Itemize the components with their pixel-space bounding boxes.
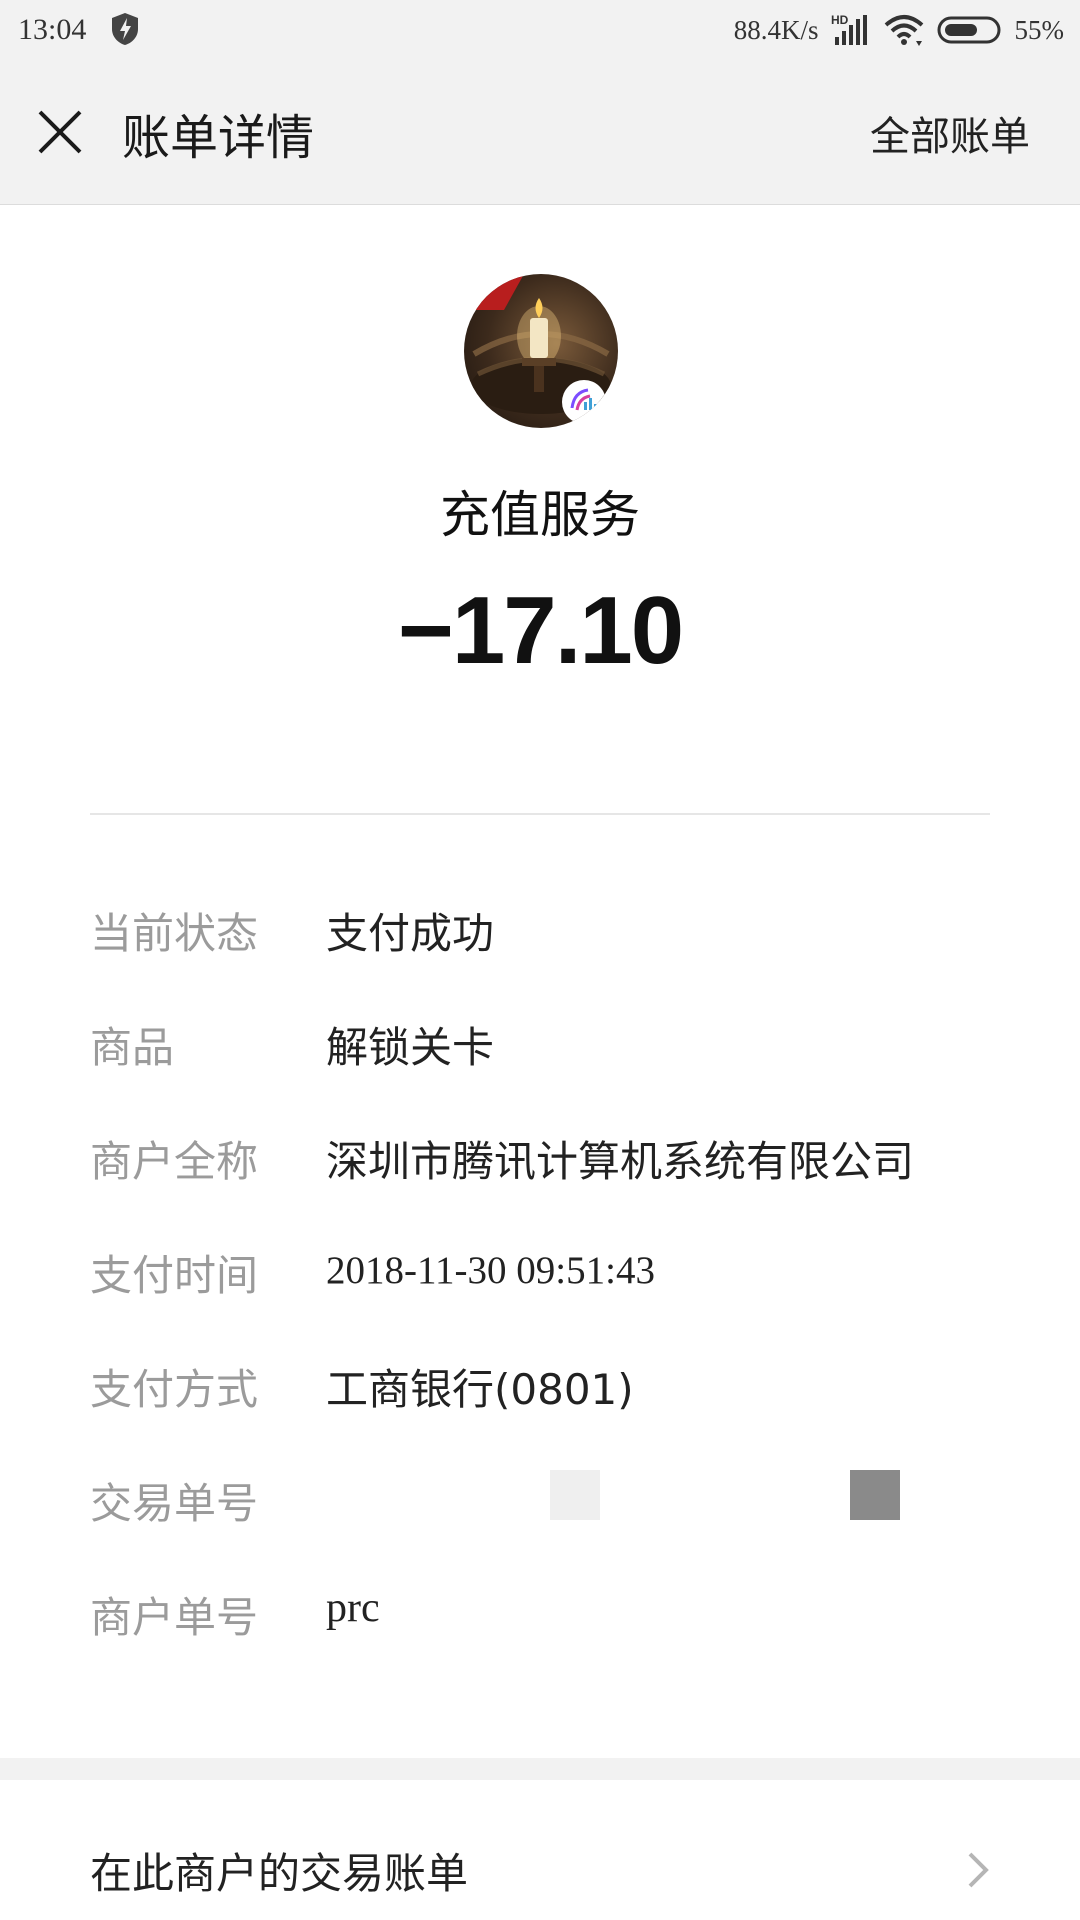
merchant-avatar — [464, 274, 618, 428]
candle-game-icon — [464, 274, 611, 424]
chevron-right-icon — [968, 1852, 989, 1888]
network-speed: 88.4K/s — [733, 14, 819, 45]
detail-row-payment-method: 支付方式 工商银行(0801) — [90, 1356, 990, 1416]
detail-label: 当前状态 — [90, 909, 259, 958]
status-time: 13:04 — [18, 13, 87, 46]
detail-row-product: 商品 解锁关卡 — [90, 1014, 990, 1074]
status-right-group: 88.4K/s HD 55% — [734, 10, 1064, 50]
shield-icon — [112, 13, 138, 45]
merchant-name: 充值服务 — [440, 486, 640, 544]
transaction-amount: −17.10 — [397, 577, 684, 684]
close-icon[interactable] — [36, 108, 84, 156]
detail-row-merchant-order-id: 商户单号 prc — [90, 1584, 990, 1644]
detail-value: 2018-11-30 09:51:43 — [326, 1249, 655, 1292]
detail-row-merchant-full-name: 商户全称 深圳市腾讯计算机系统有限公司 — [90, 1128, 990, 1188]
detail-value: 解锁关卡 — [326, 1023, 495, 1072]
detail-label: 支付方式 — [90, 1365, 259, 1414]
battery-icon — [937, 16, 1000, 44]
network-label: HD — [831, 13, 849, 27]
detail-value: prc — [326, 1585, 380, 1631]
detail-value: 深圳市腾讯计算机系统有限公司 — [326, 1137, 915, 1186]
detail-label: 支付时间 — [90, 1251, 259, 1300]
detail-value: 支付成功 — [326, 909, 495, 958]
detail-row-status: 当前状态 支付成功 — [90, 900, 990, 960]
detail-row-transaction-id: 交易单号 — [90, 1470, 990, 1530]
detail-row-payment-time: 支付时间 2018-11-30 09:51:43 — [90, 1242, 990, 1302]
detail-value: 工商银行(0801) — [326, 1365, 634, 1414]
nav-bar: 账单详情 全部账单 — [0, 62, 1080, 205]
divider — [90, 813, 990, 815]
battery-percent: 55% — [1014, 14, 1065, 45]
detail-label: 商户单号 — [90, 1593, 259, 1642]
section-separator — [0, 1758, 1080, 1780]
wifi-icon — [884, 15, 923, 46]
merchant-bills-label: 在此商户的交易账单 — [90, 1849, 469, 1898]
page-title: 账单详情 — [122, 110, 315, 166]
detail-label: 交易单号 — [90, 1479, 259, 1528]
detail-label: 商品 — [90, 1023, 175, 1072]
detail-label: 商户全称 — [90, 1137, 259, 1186]
merchant-bills-link[interactable]: 在此商户的交易账单 — [0, 1780, 1080, 1920]
all-bills-link[interactable]: 全部账单 — [870, 104, 1030, 162]
status-bar: 13:04 88.4K/s HD 55% — [0, 0, 1080, 62]
redaction-block — [550, 1470, 600, 1520]
signal-icon: HD — [831, 13, 867, 45]
redaction-block — [850, 1470, 900, 1520]
